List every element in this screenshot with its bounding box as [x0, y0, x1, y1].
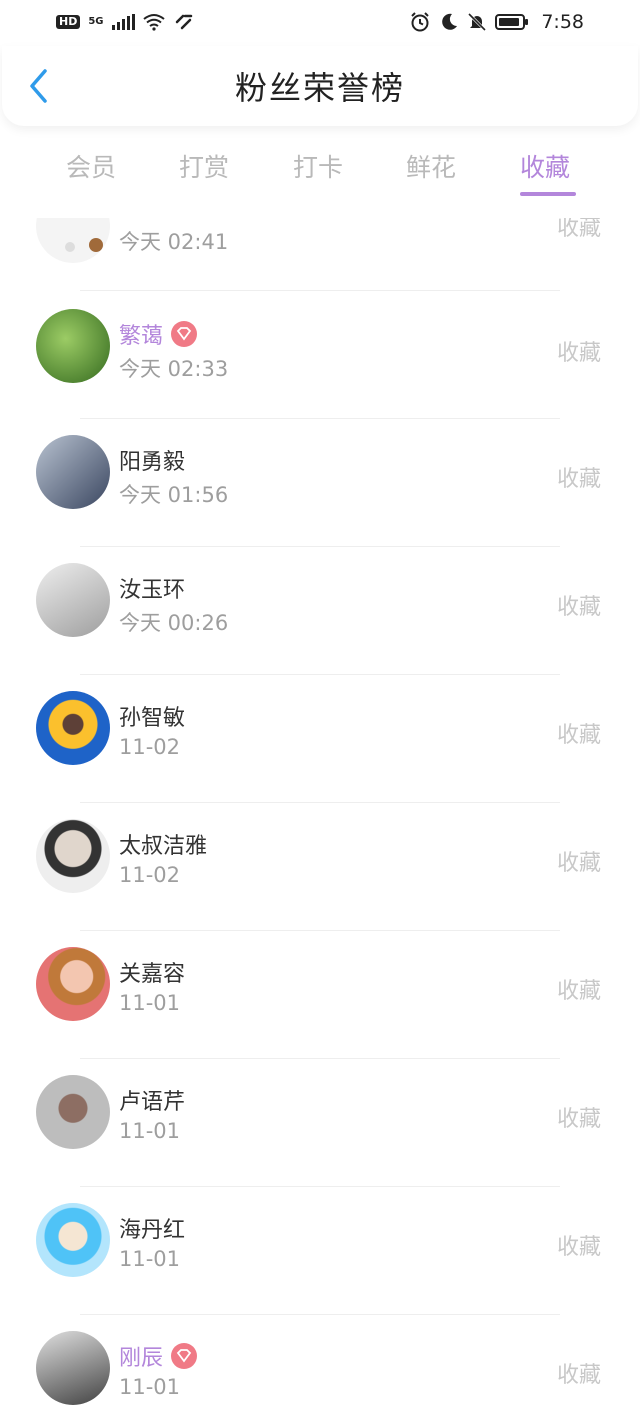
bell-muted-icon	[468, 12, 487, 32]
fan-date: 11-01	[119, 991, 181, 1015]
list-item[interactable]: 阳勇毅 今天 01:56 收藏	[0, 418, 640, 546]
list-item[interactable]: 太叔洁雅 11-02 收藏	[0, 802, 640, 930]
tab-bar: 会员 打赏 打卡 鲜花 收藏	[0, 140, 640, 200]
fan-date: 今天 02:41	[119, 230, 229, 254]
favorite-label: 收藏	[557, 979, 602, 1004]
moon-icon	[442, 13, 458, 30]
tab-flowers[interactable]: 鲜花	[406, 148, 456, 184]
vip-diamond-icon	[171, 1343, 198, 1369]
avatar	[36, 1203, 110, 1277]
page-title: 粉丝荣誉榜	[234, 69, 405, 107]
app-header: 粉丝荣誉榜	[2, 46, 638, 126]
fan-date: 11-01	[119, 1375, 181, 1399]
fan-name-text: 刚辰	[119, 1346, 164, 1371]
fan-date: 11-02	[119, 863, 181, 887]
status-left: HD 5G	[56, 13, 195, 31]
list-item[interactable]: 今天 02:41 收藏	[0, 218, 640, 290]
avatar	[36, 218, 110, 263]
active-tab-indicator	[520, 192, 576, 196]
avatar	[36, 691, 110, 765]
favorite-label: 收藏	[557, 723, 602, 748]
link-icon	[175, 14, 192, 30]
avatar	[36, 309, 110, 383]
avatar	[36, 1331, 110, 1405]
tab-checkin[interactable]: 打卡	[293, 148, 343, 184]
chevron-left-icon	[30, 69, 47, 103]
fan-name: 关嘉容	[119, 962, 186, 987]
list-item[interactable]: 孙智敏 11-02 收藏	[0, 674, 640, 802]
fan-date: 11-01	[119, 1119, 181, 1143]
favorite-label: 收藏	[557, 1235, 602, 1260]
fan-date: 今天 02:33	[119, 357, 229, 381]
favorite-label: 收藏	[557, 595, 602, 620]
avatar	[36, 819, 110, 893]
fan-name: 海丹红	[119, 1218, 186, 1243]
avatar	[36, 947, 110, 1021]
fan-name: 繁蔼	[119, 318, 198, 350]
fan-name: 汝玉环	[119, 578, 186, 603]
wifi-icon	[142, 14, 165, 31]
list-item[interactable]: 关嘉容 11-01 收藏	[0, 930, 640, 1058]
favorite-label: 收藏	[557, 218, 602, 241]
favorite-label: 收藏	[557, 1363, 602, 1388]
vip-diamond-icon	[171, 321, 198, 347]
avatar	[36, 1075, 110, 1149]
back-button[interactable]	[20, 68, 56, 104]
status-bar: HD 5G 7:58	[0, 0, 640, 44]
list-item[interactable]: 汝玉环 今天 00:26 收藏	[0, 546, 640, 674]
tab-rewards[interactable]: 打赏	[179, 148, 229, 184]
fan-list: 今天 02:41 收藏 繁蔼 今天 02:33 收藏 阳勇毅 今天 01:56 …	[0, 218, 640, 1422]
fan-name: 卢语芹	[119, 1090, 186, 1115]
fan-date: 11-02	[119, 735, 181, 759]
fan-name: 太叔洁雅	[119, 834, 208, 859]
avatar	[36, 563, 110, 637]
fan-name: 阳勇毅	[119, 450, 186, 475]
tab-members[interactable]: 会员	[66, 148, 116, 184]
status-right: 7:58	[409, 11, 584, 33]
avatar	[36, 435, 110, 509]
alarm-icon	[411, 12, 430, 32]
fan-name-text: 繁蔼	[119, 324, 164, 349]
signal-icon	[111, 14, 135, 30]
list-item[interactable]: 繁蔼 今天 02:33 收藏	[0, 290, 640, 418]
favorite-label: 收藏	[557, 1107, 602, 1132]
favorite-label: 收藏	[557, 341, 602, 366]
fan-name: 刚辰	[119, 1340, 198, 1372]
list-item[interactable]: 卢语芹 11-01 收藏	[0, 1058, 640, 1186]
fan-name: 孙智敏	[119, 706, 186, 731]
favorite-label: 收藏	[557, 467, 602, 492]
list-item[interactable]: 海丹红 11-01 收藏	[0, 1186, 640, 1314]
network-label: 5G	[88, 16, 104, 27]
tab-favorites[interactable]: 收藏	[520, 148, 570, 184]
fan-date: 今天 00:26	[119, 611, 229, 635]
battery-icon	[495, 14, 529, 30]
fan-date: 11-01	[119, 1247, 181, 1271]
favorite-label: 收藏	[557, 851, 602, 876]
status-time: 7:58	[541, 11, 584, 33]
hd-badge: HD	[56, 15, 81, 29]
fan-date: 今天 01:56	[119, 483, 229, 507]
list-item[interactable]: 刚辰 11-01 收藏	[0, 1314, 640, 1422]
